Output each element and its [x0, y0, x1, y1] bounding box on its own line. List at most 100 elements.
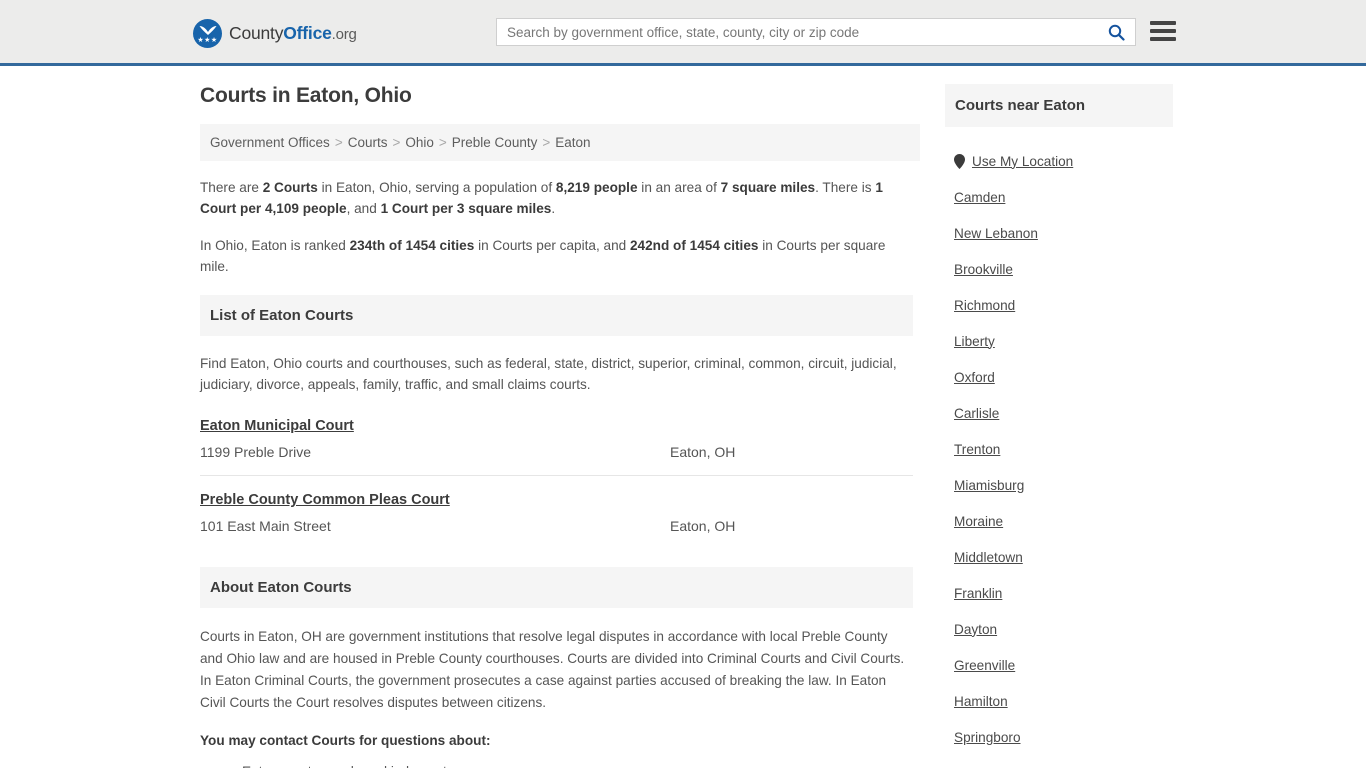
- sidebar-item-moraine[interactable]: Moraine: [945, 503, 1173, 539]
- menu-button[interactable]: [1150, 20, 1176, 42]
- search-bar: [496, 18, 1136, 46]
- court-list-item: Eaton Municipal Court 1199 Preble Drive Ea…: [200, 409, 913, 475]
- sidebar-item-brookville[interactable]: Brookville: [945, 251, 1173, 287]
- breadcrumb-separator: >: [392, 135, 401, 150]
- intro-stat-part-10: .: [551, 201, 556, 216]
- hamburger-bar: [1150, 37, 1176, 41]
- logo-text-org: .org: [331, 26, 357, 43]
- sidebar-links: Use My Location Camden New Lebanon Brookvi…: [945, 127, 1173, 755]
- intro-stat-part-6: . There is: [815, 180, 876, 195]
- hamburger-bar: [1150, 29, 1176, 33]
- sidebar-item-springboro[interactable]: Springboro: [945, 719, 1173, 755]
- nearby-city-list: Camden New Lebanon Brookville Richmond Liber…: [945, 179, 1173, 755]
- intro-stat-part-4: in an area of: [637, 180, 721, 195]
- logo-stars: ★★★: [197, 37, 218, 44]
- nearby-city-link[interactable]: New Lebanon: [954, 226, 1038, 241]
- intro-paragraph-1: There are 2 Courts in Eaton, Ohio, servi…: [200, 177, 913, 219]
- page-title: Courts in Eaton, Ohio: [200, 84, 412, 107]
- sidebar-item-oxford[interactable]: Oxford: [945, 359, 1173, 395]
- breadcrumb-item-ohio[interactable]: Ohio: [405, 135, 434, 150]
- content-container: Courts in Eaton, Ohio Government Offices…: [193, 66, 1173, 768]
- breadcrumb-item-preble-county[interactable]: Preble County: [452, 135, 538, 150]
- intro-stat-part-8: , and: [346, 201, 381, 216]
- contact-topic-item: Eaton court records and judgments: [228, 761, 913, 768]
- logo-text-county: County: [229, 23, 284, 43]
- nearby-city-link[interactable]: Middletown: [954, 550, 1023, 565]
- page-body: Courts in Eaton, Ohio Government Offices…: [0, 66, 1366, 768]
- court-name-link[interactable]: Eaton Municipal Court: [200, 418, 354, 434]
- nearby-city-link[interactable]: Miamisburg: [954, 478, 1024, 493]
- court-city-state: Eaton, OH: [670, 518, 736, 534]
- sidebar-heading: Courts near Eaton: [945, 84, 1173, 127]
- list-section-body: Find Eaton, Ohio courts and courthouses,…: [200, 336, 913, 395]
- sidebar-item-miamisburg[interactable]: Miamisburg: [945, 467, 1173, 503]
- court-detail: 1199 Preble Drive Eaton, OH: [200, 442, 913, 463]
- sidebar-item-carlisle[interactable]: Carlisle: [945, 395, 1173, 431]
- sidebar-item-liberty[interactable]: Liberty: [945, 323, 1173, 359]
- use-my-location-link[interactable]: Use My Location: [972, 154, 1073, 169]
- list-section-description: Find Eaton, Ohio courts and courthouses,…: [200, 356, 897, 392]
- search-button[interactable]: [1097, 19, 1135, 45]
- list-section-heading: List of Eaton Courts: [200, 295, 913, 336]
- breadcrumb-item-government-offices[interactable]: Government Offices: [210, 135, 330, 150]
- court-address: 1199 Preble Drive: [200, 444, 312, 460]
- site-header: ★★★ CountyOffice.org: [0, 0, 1366, 66]
- sidebar-item-camden[interactable]: Camden: [945, 179, 1173, 215]
- nearby-city-link[interactable]: Richmond: [954, 298, 1015, 313]
- eagle-wing-icon: [199, 26, 216, 35]
- search-icon: [1108, 24, 1125, 41]
- nearby-city-link[interactable]: Moraine: [954, 514, 1003, 529]
- nearby-city-link[interactable]: Camden: [954, 190, 1005, 205]
- court-detail: 101 East Main Street Eaton, OH: [200, 516, 913, 537]
- court-name-link[interactable]: Preble County Common Pleas Court: [200, 492, 450, 508]
- intro-paragraph-2: In Ohio, Eaton is ranked 234th of 1454 c…: [200, 235, 913, 277]
- court-list-item: Preble County Common Pleas Court 101 East…: [200, 475, 913, 549]
- map-pin-icon: [954, 153, 965, 169]
- nearby-city-link[interactable]: Franklin: [954, 586, 1002, 601]
- intro-stat-part-5: 7 square miles: [720, 180, 816, 195]
- breadcrumb: Government Offices > Courts > Ohio > Preble Co…: [200, 124, 920, 161]
- contact-topics-list: Eaton court records and judgmentsLaw doc…: [200, 761, 913, 768]
- site-logo[interactable]: ★★★ CountyOffice.org: [193, 19, 357, 48]
- sidebar-item-hamilton[interactable]: Hamilton: [945, 683, 1173, 719]
- sidebar-item-richmond[interactable]: Richmond: [945, 287, 1173, 323]
- hamburger-bar: [1150, 21, 1176, 25]
- court-list: Eaton Municipal Court 1199 Preble Drive Ea…: [200, 409, 913, 549]
- sidebar-item-greenville[interactable]: Greenville: [945, 647, 1173, 683]
- nearby-city-link[interactable]: Hamilton: [954, 694, 1008, 709]
- breadcrumb-separator: >: [438, 135, 447, 150]
- nearby-city-link[interactable]: Greenville: [954, 658, 1015, 673]
- nearby-city-link[interactable]: Springboro: [954, 730, 1021, 745]
- about-section-body: Courts in Eaton, OH are government insti…: [200, 608, 913, 768]
- logo-wordmark: CountyOffice.org: [229, 23, 357, 44]
- about-paragraph: Courts in Eaton, OH are government insti…: [200, 629, 905, 710]
- intro-rank-part-2: in Courts per capita, and: [474, 238, 630, 253]
- intro-rank-part-3: 242nd of 1454 cities: [629, 238, 759, 253]
- logo-text-office: Office: [283, 23, 332, 43]
- nearby-city-link[interactable]: Oxford: [954, 370, 995, 385]
- intro-stat-part-3: 8,219 people: [555, 180, 638, 195]
- sidebar-item-trenton[interactable]: Trenton: [945, 431, 1173, 467]
- intro-stat-part-0: There are: [200, 180, 263, 195]
- nearby-city-link[interactable]: Trenton: [954, 442, 1000, 457]
- intro-rank-part-0: In Ohio, Eaton is ranked: [200, 238, 350, 253]
- nearby-city-link[interactable]: Liberty: [954, 334, 995, 349]
- breadcrumb-item-eaton[interactable]: Eaton: [555, 135, 590, 150]
- sidebar-item-dayton[interactable]: Dayton: [945, 611, 1173, 647]
- intro-section: There are 2 Courts in Eaton, Ohio, servi…: [200, 161, 913, 277]
- sidebar-item-new-lebanon[interactable]: New Lebanon: [945, 215, 1173, 251]
- nearby-city-link[interactable]: Carlisle: [954, 406, 999, 421]
- county-office-logo-icon: ★★★: [193, 19, 222, 48]
- breadcrumb-item-courts[interactable]: Courts: [348, 135, 388, 150]
- sidebar-item-franklin[interactable]: Franklin: [945, 575, 1173, 611]
- sidebar: Courts near Eaton Use My Location Camden…: [945, 84, 1173, 768]
- sidebar-item-middletown[interactable]: Middletown: [945, 539, 1173, 575]
- search-input[interactable]: [497, 19, 1097, 45]
- nearby-city-link[interactable]: Dayton: [954, 622, 997, 637]
- court-city-state: Eaton, OH: [670, 444, 736, 460]
- court-address: 101 East Main Street: [200, 518, 331, 534]
- nearby-city-link[interactable]: Brookville: [954, 262, 1013, 277]
- contact-lead: You may contact Courts for questions abo…: [200, 733, 491, 748]
- sidebar-item-use-my-location[interactable]: Use My Location: [945, 143, 1173, 179]
- breadcrumb-separator: >: [334, 135, 343, 150]
